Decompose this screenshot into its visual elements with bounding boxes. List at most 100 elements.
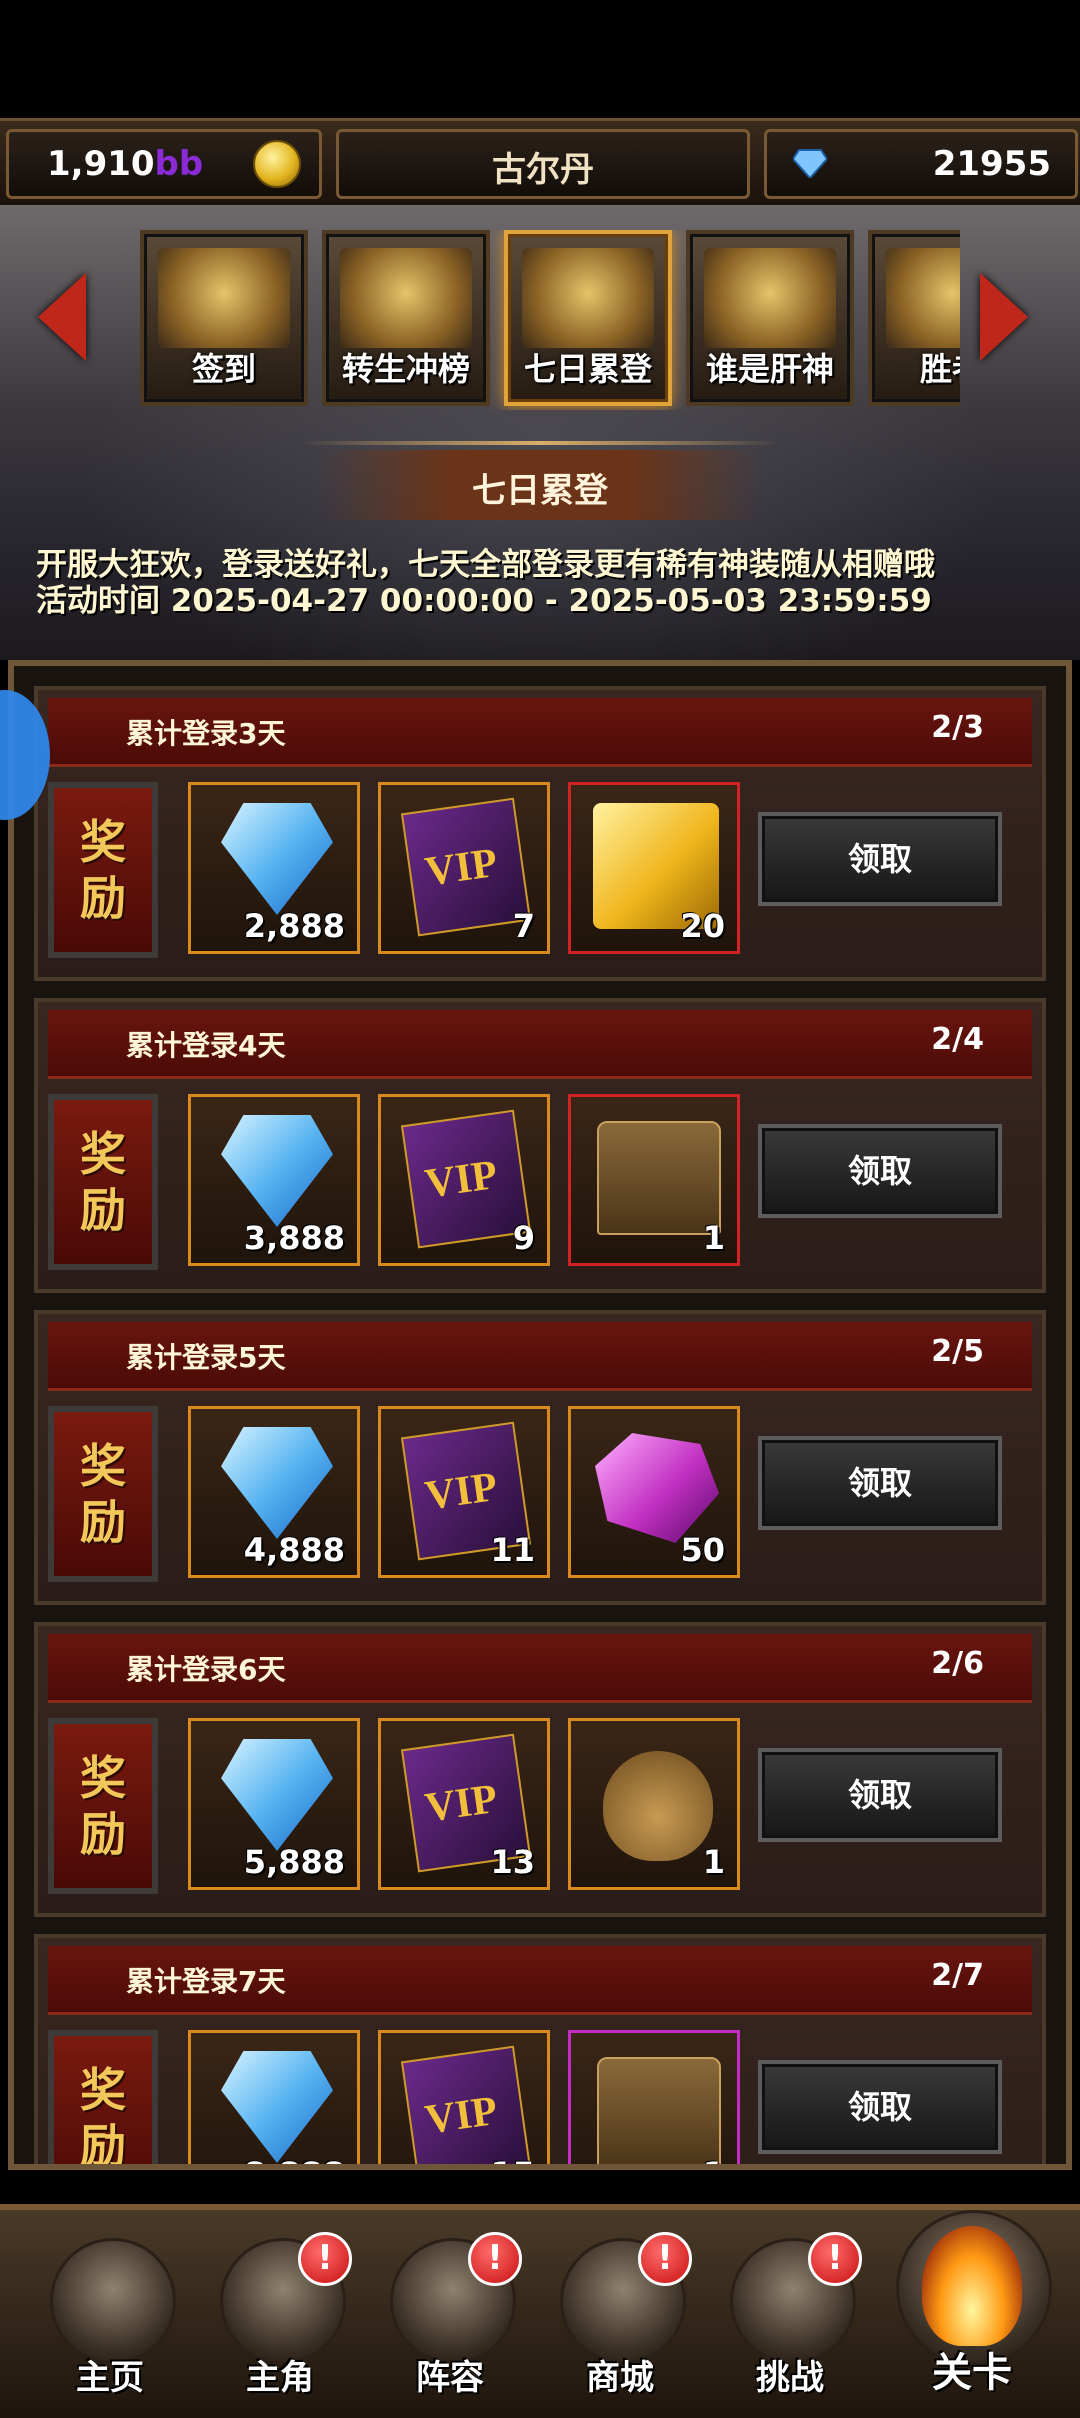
reward-item[interactable]: 5,888 xyxy=(188,1718,360,1890)
row-title: 累计登录6天 xyxy=(126,1653,286,1686)
gold-suffix: bb xyxy=(154,144,204,184)
nav-lineup[interactable]: ! 阵容 xyxy=(370,2232,530,2402)
claim-button[interactable]: 领取 xyxy=(758,812,1002,906)
gem-bag-icon xyxy=(603,1751,713,1861)
reward-item[interactable]: 4,888 xyxy=(188,1406,360,1578)
nav-challenge[interactable]: ! 挑战 xyxy=(710,2232,870,2402)
claim-button[interactable]: 领取 xyxy=(758,1748,1002,1842)
vip-card-icon: VIP xyxy=(400,1109,532,1249)
item-count: 1 xyxy=(702,1843,725,1881)
nav-label: 主角 xyxy=(246,2358,314,2398)
reward-item[interactable]: 1 xyxy=(568,1094,740,1266)
vip-card-icon: VIP xyxy=(400,797,532,937)
item-count: 13 xyxy=(490,1843,535,1881)
diamond-icon xyxy=(221,803,333,915)
reward-badge: 奖 励 xyxy=(48,782,158,958)
item-count: 4,888 xyxy=(243,1531,345,1569)
nav-label: 阵容 xyxy=(416,2358,484,2398)
hero-portrait-icon xyxy=(340,248,472,348)
diamond-icon xyxy=(221,1427,333,1539)
nav-label: 主页 xyxy=(76,2358,144,2398)
diamond-icon xyxy=(221,1115,333,1227)
reward-item[interactable]: VIP 9 xyxy=(378,1094,550,1266)
alert-badge-icon: ! xyxy=(808,2232,862,2286)
badge-char: 奖 xyxy=(80,1751,126,1805)
flame-icon xyxy=(922,2226,1022,2346)
reward-item[interactable]: VIP 11 xyxy=(378,1406,550,1578)
claim-label: 领取 xyxy=(847,840,912,878)
claim-label: 领取 xyxy=(847,1152,912,1190)
badge-char: 励 xyxy=(80,1183,126,1237)
event-banner: 签到 转生冲榜 七日累登 谁是肝神 胜者 七日累登 开服大狂欢，登录送好礼，七天… xyxy=(0,205,1080,660)
event-description-text: 开服大狂欢，登录送好礼，七天全部登录更有稀有神装随从相赠哦 xyxy=(36,547,935,583)
reward-item[interactable]: 20 xyxy=(568,782,740,954)
reward-row: 累计登录5天 2/5 奖 励 4,888 VIP 11 50 领取 xyxy=(34,1310,1046,1605)
gold-coin-icon xyxy=(253,140,301,188)
resource-bar: 1,910bb 古尔丹 21955 xyxy=(0,118,1080,208)
row-header: 累计登录6天 2/6 xyxy=(48,1634,1032,1703)
alert-badge-icon: ! xyxy=(298,2232,352,2286)
claim-button[interactable]: 领取 xyxy=(758,1124,1002,1218)
nav-hero[interactable]: ! 主角 xyxy=(200,2232,360,2402)
tab-rebirth-ranking[interactable]: 转生冲榜 xyxy=(322,230,490,406)
nav-label: 关卡 xyxy=(932,2350,1012,2396)
nav-shop[interactable]: ! 商城 xyxy=(540,2232,700,2402)
item-count: 9 xyxy=(512,1219,535,1257)
quill-scroll-icon xyxy=(704,248,836,348)
row-header: 累计登录4天 2/4 xyxy=(48,1010,1032,1079)
item-count: 5,888 xyxy=(243,1843,345,1881)
vip-card-icon: VIP xyxy=(400,2045,532,2164)
reward-badge: 奖 励 xyxy=(48,2030,158,2164)
reward-row: 累计登录6天 2/6 奖 励 5,888 VIP 13 1 领取 xyxy=(34,1622,1046,1917)
diamond-icon xyxy=(793,149,827,178)
tab-sign-in[interactable]: 签到 xyxy=(140,230,308,406)
tab-seven-day-login[interactable]: 七日累登 xyxy=(504,230,672,406)
diamond-amount: 21955 xyxy=(932,144,1051,184)
alert-badge-icon: ! xyxy=(468,2232,522,2286)
badge-char: 奖 xyxy=(80,1439,126,1493)
event-time-range: 活动时间 2025-04-27 00:00:00 - 2025-05-03 23… xyxy=(36,583,932,619)
item-count: 20 xyxy=(680,907,725,945)
badge-char: 励 xyxy=(80,1495,126,1549)
row-title: 累计登录7天 xyxy=(126,1965,286,1998)
gold-amount: 1,910bb xyxy=(47,144,204,184)
claim-button[interactable]: 领取 xyxy=(758,1436,1002,1530)
treasure-chest-icon xyxy=(597,2057,721,2164)
event-title: 七日累登 xyxy=(472,471,608,511)
item-count: 15 xyxy=(490,2155,535,2164)
purple-crystal-icon xyxy=(595,1433,719,1543)
row-title: 累计登录3天 xyxy=(126,717,286,750)
reward-item[interactable]: 1 xyxy=(568,1718,740,1890)
reward-item[interactable]: 50 xyxy=(568,1406,740,1578)
row-title: 累计登录4天 xyxy=(126,1029,286,1062)
server-name: 古尔丹 xyxy=(492,150,594,190)
item-count: 3,888 xyxy=(243,1219,345,1257)
row-progress: 2/5 xyxy=(931,1334,984,1369)
row-progress: 2/3 xyxy=(931,710,984,745)
tab-label: 签到 xyxy=(191,350,256,388)
reward-row: 累计登录3天 2/3 奖 励 2,888 VIP 7 20 领取 xyxy=(34,686,1046,981)
title-divider xyxy=(300,441,780,445)
reward-item[interactable]: VIP 13 xyxy=(378,1718,550,1890)
claim-label: 领取 xyxy=(847,2088,912,2126)
badge-char: 励 xyxy=(80,2119,126,2164)
row-header: 累计登录3天 2/3 xyxy=(48,698,1032,767)
nav-home[interactable]: 主页 xyxy=(30,2232,190,2402)
reward-item[interactable]: 8,888 xyxy=(188,2030,360,2164)
reward-list[interactable]: 累计登录3天 2/3 奖 励 2,888 VIP 7 20 领取 累计登录4天 … xyxy=(34,686,1046,2164)
reward-item[interactable]: 3,888 xyxy=(188,1094,360,1266)
nav-stage[interactable]: 关卡 xyxy=(872,2206,1072,2416)
reward-item[interactable]: VIP 7 xyxy=(378,782,550,954)
reward-item[interactable]: 1 xyxy=(568,2030,740,2164)
tab-prev-arrow-icon[interactable] xyxy=(38,273,86,361)
reward-item[interactable]: VIP 15 xyxy=(378,2030,550,2164)
tab-grind-god[interactable]: 谁是肝神 xyxy=(686,230,854,406)
tab-winner[interactable]: 胜者 xyxy=(868,230,960,406)
alert-badge-icon: ! xyxy=(638,2232,692,2286)
claim-button[interactable]: 领取 xyxy=(758,2060,1002,2154)
diamond-icon xyxy=(221,2051,333,2163)
badge-char: 励 xyxy=(80,871,126,925)
reward-item[interactable]: 2,888 xyxy=(188,782,360,954)
reward-badge: 奖 励 xyxy=(48,1406,158,1582)
tab-next-arrow-icon[interactable] xyxy=(980,273,1028,361)
